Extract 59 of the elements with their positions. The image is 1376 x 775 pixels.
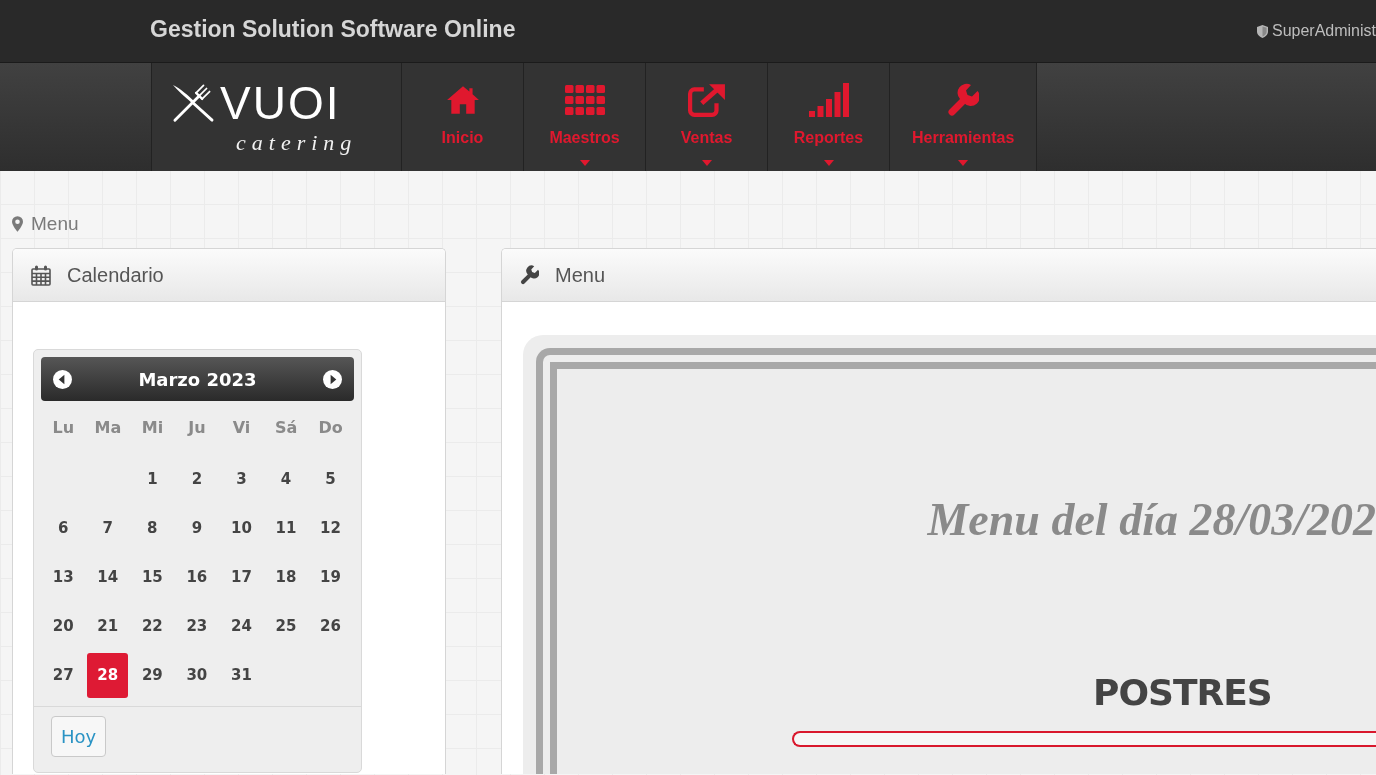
breadcrumb-item: Menu bbox=[31, 211, 79, 236]
right-arrow-circle-icon[interactable] bbox=[323, 369, 342, 389]
app-title: Gestion Solution Software Online bbox=[150, 15, 516, 45]
calendar-day[interactable]: 26 bbox=[309, 604, 351, 649]
calendar-day[interactable]: 27 bbox=[42, 653, 84, 698]
section-heading: POSTRES bbox=[1093, 671, 1272, 715]
month-label: Marzo 2023 bbox=[138, 367, 257, 392]
calendar-day[interactable]: 13 bbox=[42, 555, 84, 600]
weekday-label: Mi bbox=[141, 417, 164, 439]
calendar-day[interactable]: 16 bbox=[176, 555, 218, 600]
calendar-day[interactable]: 10 bbox=[220, 506, 262, 551]
calendar-day[interactable]: 31 bbox=[220, 653, 262, 698]
calendar-day[interactable]: 21 bbox=[87, 604, 129, 649]
menu-heading: Menu del día 28/03/202 bbox=[926, 493, 1376, 547]
calendar-day[interactable]: 5 bbox=[310, 457, 351, 502]
calendar-day[interactable]: 9 bbox=[176, 506, 218, 551]
calendar-day[interactable]: 11 bbox=[265, 506, 307, 551]
calendar-day[interactable]: 14 bbox=[87, 555, 129, 600]
calendar-day[interactable]: 2 bbox=[176, 457, 218, 502]
weekday-label: Ju bbox=[188, 417, 206, 439]
map-marker-icon bbox=[12, 216, 23, 232]
calendar-day[interactable]: 24 bbox=[220, 604, 262, 649]
calendar-day[interactable]: 29 bbox=[131, 653, 173, 698]
calendar-day[interactable]: 18 bbox=[265, 555, 307, 600]
logo-tagline: catering bbox=[236, 132, 359, 154]
weekday-label: Sá bbox=[274, 417, 298, 439]
wrench-icon bbox=[520, 265, 539, 285]
user-name[interactable]: SuperAdminist bbox=[1271, 19, 1376, 43]
card-title: Menu bbox=[555, 263, 606, 288]
calendar-day[interactable]: 28 bbox=[87, 653, 129, 698]
card-title: Calendario bbox=[67, 263, 164, 288]
calendar-day[interactable]: 1 bbox=[131, 457, 173, 502]
grid-icon bbox=[564, 85, 605, 115]
logo-text: VUOI bbox=[220, 80, 341, 126]
calendar-day[interactable]: 4 bbox=[265, 457, 307, 502]
house-icon bbox=[445, 85, 480, 115]
calendar-day[interactable]: 19 bbox=[309, 555, 351, 600]
left-arrow-circle-icon[interactable] bbox=[53, 369, 72, 389]
weekday-label: Vi bbox=[232, 417, 251, 439]
calendar-day[interactable]: 17 bbox=[220, 555, 262, 600]
calendar-day[interactable]: 12 bbox=[309, 506, 351, 551]
calendar-day[interactable]: 3 bbox=[220, 457, 262, 502]
calendar-day[interactable]: 8 bbox=[131, 506, 173, 551]
weekday-label: Ma bbox=[94, 417, 122, 439]
signal-bars-icon bbox=[808, 83, 849, 117]
calendar-day[interactable]: 25 bbox=[265, 604, 307, 649]
calendar-day[interactable]: 7 bbox=[87, 506, 129, 551]
calendar-icon bbox=[31, 264, 51, 286]
calendar-day[interactable]: 20 bbox=[42, 604, 84, 649]
calendar-day[interactable]: 23 bbox=[176, 604, 218, 649]
weekday-label: Lu bbox=[52, 417, 75, 439]
calendar-day[interactable]: 22 bbox=[131, 604, 173, 649]
external-link-icon bbox=[687, 83, 726, 117]
calendar-day[interactable]: 15 bbox=[131, 555, 173, 600]
calendar-day[interactable]: 6 bbox=[42, 506, 84, 551]
shield-icon bbox=[1256, 24, 1268, 38]
calendar-day[interactable]: 30 bbox=[176, 653, 218, 698]
weekday-label: Do bbox=[318, 417, 343, 439]
wrench-icon bbox=[947, 83, 980, 117]
